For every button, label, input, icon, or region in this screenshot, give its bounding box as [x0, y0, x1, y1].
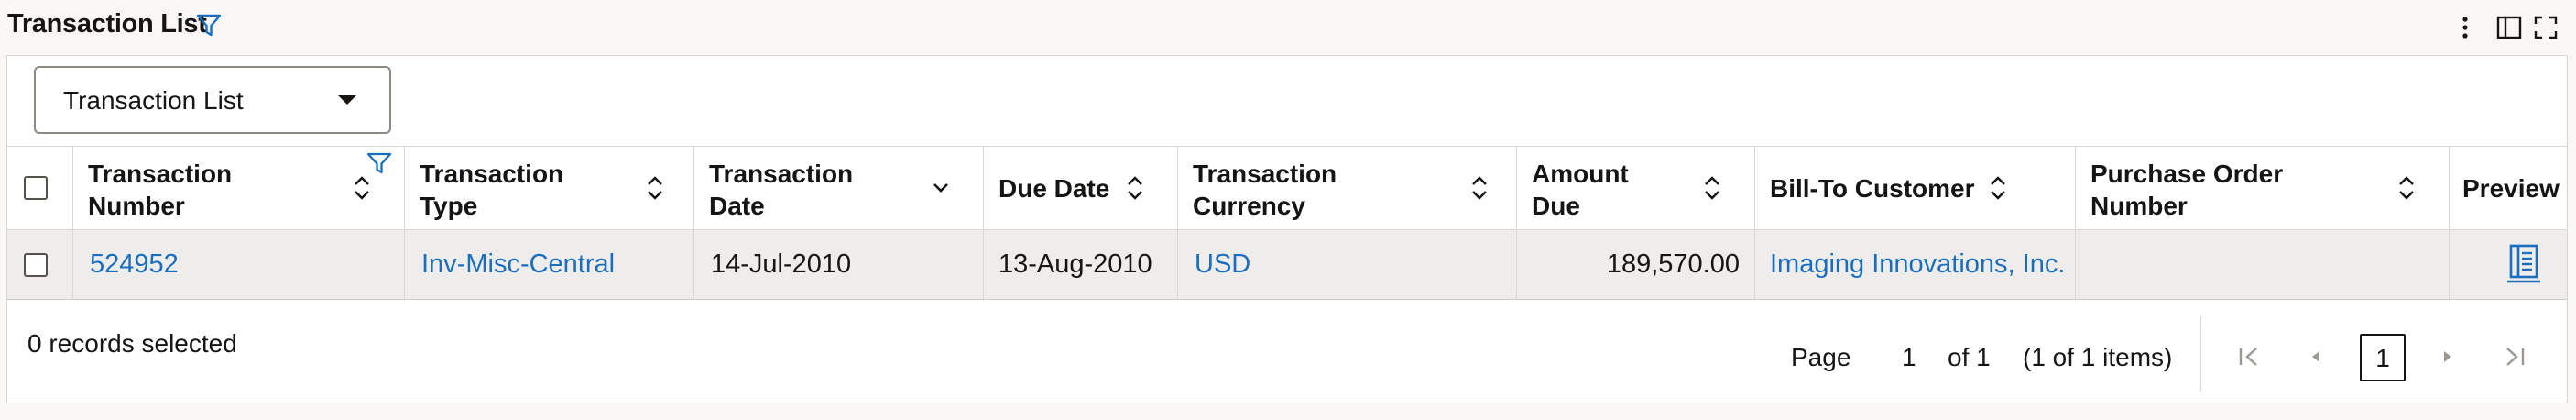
- document-preview-icon[interactable]: [2505, 243, 2543, 285]
- column-header-purchase-order-number[interactable]: Purchase Order Number: [2076, 147, 2450, 229]
- page-title: Transaction List: [7, 9, 207, 39]
- amount-due-value: 189,570.00: [1606, 249, 1740, 279]
- row-select-cell: [7, 230, 73, 299]
- sort-icon[interactable]: [1988, 174, 2008, 202]
- column-header-transaction-currency[interactable]: Transaction Currency: [1178, 147, 1517, 229]
- column-header-transaction-number[interactable]: Transaction Number: [73, 147, 405, 229]
- table-header-row: Transaction Number Transaction Type Tran…: [7, 146, 2567, 230]
- page-count: of 1: [1948, 343, 1991, 371]
- column-filter-icon[interactable]: [366, 152, 392, 176]
- cell-transaction-number: 524952: [73, 230, 405, 299]
- column-label: Bill-To Customer: [1770, 174, 1975, 203]
- page-label: Page: [1791, 343, 1851, 371]
- cell-amount-due: 189,570.00: [1517, 230, 1755, 299]
- transaction-list-panel: Transaction List Transaction Number Tran…: [6, 55, 2568, 403]
- cell-due-date: 13-Aug-2010: [984, 230, 1178, 299]
- more-vertical-icon[interactable]: [2450, 11, 2481, 44]
- column-header-amount-due[interactable]: Amount Due: [1517, 147, 1755, 229]
- previous-page-icon[interactable]: [2298, 331, 2334, 382]
- cell-transaction-type: Inv-Misc-Central: [405, 230, 694, 299]
- sort-descending-icon[interactable]: [931, 174, 951, 202]
- current-page-button[interactable]: 1: [2360, 334, 2406, 381]
- column-header-transaction-type[interactable]: Transaction Type: [405, 147, 694, 229]
- cell-preview: [2450, 230, 2567, 299]
- sort-icon[interactable]: [645, 174, 665, 202]
- row-checkbox[interactable]: [24, 253, 48, 277]
- column-label: Transaction Date: [709, 160, 854, 220]
- sort-icon[interactable]: [1469, 174, 1490, 202]
- sort-icon[interactable]: [2396, 174, 2417, 202]
- panel-toggle-icon[interactable]: [2494, 11, 2525, 44]
- view-select-value: Transaction List: [63, 86, 244, 115]
- column-label: Transaction Type: [420, 160, 564, 220]
- column-header-bill-to-customer[interactable]: Bill-To Customer: [1755, 147, 2076, 229]
- column-label: Due Date: [999, 174, 1110, 203]
- first-page-icon[interactable]: [2232, 331, 2268, 382]
- records-selected-text: 0 records selected: [27, 329, 237, 358]
- sort-icon[interactable]: [1125, 174, 1145, 202]
- transaction-number-link[interactable]: 524952: [90, 249, 179, 280]
- table-row[interactable]: 524952 Inv-Misc-Central 14-Jul-2010 13-A…: [7, 230, 2567, 300]
- current-page-number: 1: [2375, 344, 2390, 372]
- column-header-preview: Preview: [2450, 147, 2567, 229]
- column-label: Transaction Currency: [1193, 160, 1337, 220]
- due-date-value: 13-Aug-2010: [999, 249, 1152, 279]
- sort-icon[interactable]: [352, 174, 372, 202]
- transaction-date-value: 14-Jul-2010: [711, 249, 852, 279]
- column-label: Transaction Number: [88, 160, 233, 220]
- bill-to-customer-link[interactable]: Imaging Innovations, Inc.: [1770, 249, 2065, 280]
- column-label: Preview: [2462, 174, 2560, 203]
- select-all-header: [7, 147, 73, 229]
- last-page-icon[interactable]: [2495, 331, 2532, 382]
- column-label: Purchase Order Number: [2090, 160, 2284, 220]
- transaction-type-link[interactable]: Inv-Misc-Central: [421, 249, 615, 280]
- pager-divider: [2200, 316, 2201, 392]
- currency-link[interactable]: USD: [1195, 249, 1250, 280]
- cell-purchase-order-number: [2076, 230, 2450, 299]
- items-summary: (1 of 1 items): [2023, 343, 2173, 371]
- view-select-dropdown[interactable]: Transaction List: [34, 66, 391, 134]
- cell-transaction-currency: USD: [1178, 230, 1517, 299]
- column-label: Amount Due: [1532, 160, 1629, 220]
- filter-icon[interactable]: [196, 13, 222, 39]
- next-page-icon[interactable]: [2429, 331, 2466, 382]
- column-header-due-date[interactable]: Due Date: [984, 147, 1178, 229]
- select-all-checkbox[interactable]: [24, 176, 48, 200]
- title-bar: Transaction List: [0, 0, 2576, 53]
- column-header-transaction-date[interactable]: Transaction Date: [694, 147, 984, 229]
- cell-bill-to-customer: Imaging Innovations, Inc.: [1755, 230, 2076, 299]
- page-number-input[interactable]: 1: [1902, 342, 1916, 373]
- fullscreen-icon[interactable]: [2530, 11, 2561, 44]
- cell-transaction-date: 14-Jul-2010: [694, 230, 984, 299]
- caret-down-icon: [338, 95, 356, 105]
- sort-icon[interactable]: [1702, 174, 1722, 202]
